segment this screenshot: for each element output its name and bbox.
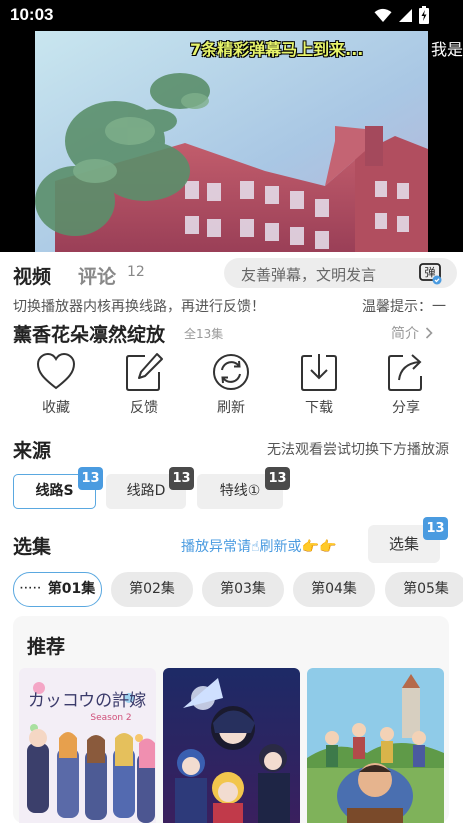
comment-count: 12 (127, 264, 145, 280)
share-icon (388, 354, 422, 391)
episode-count: 全13集 (184, 327, 224, 341)
svg-text:Season 2: Season 2 (90, 713, 131, 723)
episode-item[interactable]: ····· 第01集 (13, 572, 102, 607)
danmaku-comment: 7条精彩弹幕马上到来... (190, 40, 364, 59)
status-icons (374, 6, 429, 24)
wifi-icon (374, 8, 392, 22)
route-label: 特线① (219, 483, 261, 499)
refresh-button[interactable]: 刷新 (201, 352, 261, 417)
recommend-poster[interactable] (307, 668, 444, 823)
danmaku-input[interactable]: 友善弹幕，文明发言 弹 (224, 258, 457, 288)
share-label: 分享 (392, 400, 420, 416)
recommend-poster[interactable] (163, 668, 300, 823)
danmaku-toggle-icon[interactable]: 弹 (418, 261, 442, 285)
poster-image (307, 668, 444, 823)
video-scene (35, 31, 428, 252)
signal-icon (399, 8, 412, 22)
video-player[interactable]: 7条精彩弹幕马上到来... 我是 (0, 31, 463, 252)
recommend-poster[interactable]: カッコウの許嫁 Season 2 (19, 668, 156, 823)
anime-title: 薰香花朵凛然绽放 (13, 324, 166, 346)
download-button[interactable]: 下载 (289, 352, 349, 417)
episode-item[interactable]: 第03集 (202, 572, 284, 607)
intro-link[interactable]: 简介 (391, 323, 433, 343)
feedback-label: 反馈 (130, 400, 158, 416)
episodes-hint: 播放异常请☝刷新或👉👉 (181, 539, 337, 555)
route-count-badge: 13 (265, 467, 290, 490)
poster-image: カッコウの許嫁 Season 2 (19, 668, 156, 823)
episode-label: 第05集 (403, 581, 449, 597)
favorite-label: 收藏 (42, 400, 70, 416)
refresh-label: 刷新 (217, 400, 245, 416)
download-icon (301, 354, 337, 391)
recommend-panel: 推荐 カッコウの許嫁 Season 2 (13, 616, 449, 823)
recommend-title: 推荐 (27, 636, 66, 658)
episode-count-badge: 13 (423, 517, 448, 540)
action-bar: 收藏 反馈 刷新 下载 分享 (0, 352, 463, 422)
source-title: 来源 (13, 440, 52, 462)
episode-label: 第01集 (47, 581, 96, 597)
tab-bar: 视频 评论 12 友善弹幕，文明发言 弹 (0, 252, 463, 296)
notice-bar: 切换播放器内核再换线路，再进行反馈！ 温馨提示：一 (0, 296, 463, 316)
episode-item[interactable]: 第05集 (385, 572, 463, 607)
title-row: 薰香花朵凛然绽放 全13集 简介 (0, 320, 463, 348)
tab-comment[interactable]: 评论 (78, 262, 116, 289)
chevron-right-icon (425, 327, 433, 339)
episode-item[interactable]: 第04集 (293, 572, 375, 607)
route-count-badge: 13 (78, 467, 103, 490)
danmaku-input-placeholder: 友善弹幕，文明发言 (241, 266, 377, 284)
episodes-title: 选集 (13, 536, 52, 558)
source-header: 来源 无法观看尝试切换下方播放源 (0, 436, 463, 466)
route-label: 线路S (35, 483, 74, 499)
favorite-button[interactable]: 收藏 (26, 352, 86, 417)
video-frame[interactable] (35, 31, 428, 252)
share-button[interactable]: 分享 (376, 352, 436, 417)
route-label: 线路D (126, 483, 166, 499)
danmaku-comment: 我是 (431, 40, 463, 59)
tab-video[interactable]: 视频 (13, 262, 51, 289)
edit-icon (126, 353, 163, 391)
battery-icon (419, 6, 429, 24)
playing-indicator: ····· (19, 584, 42, 594)
route-count-badge: 13 (169, 467, 194, 490)
status-time: 10:03 (10, 5, 54, 24)
intro-label: 简介 (391, 326, 419, 342)
episode-list: ····· 第01集 第02集 第03集 第04集 第05集 (0, 572, 463, 608)
episode-item[interactable]: 第02集 (111, 572, 193, 607)
heart-icon (36, 352, 76, 390)
poster-image (163, 668, 300, 823)
download-label: 下载 (305, 400, 333, 416)
episode-label: 第03集 (220, 581, 266, 597)
notice-tip: 温馨提示：一 (362, 299, 446, 315)
svg-text:カッコウの許嫁: カッコウの許嫁 (28, 691, 146, 711)
episode-label: 第04集 (311, 581, 357, 597)
status-bar: 10:03 (0, 0, 463, 31)
feedback-button[interactable]: 反馈 (114, 352, 174, 417)
notice-marquee: 切换播放器内核再换线路，再进行反馈！ (13, 299, 265, 315)
refresh-icon (213, 354, 249, 390)
episode-label: 第02集 (129, 581, 175, 597)
source-hint: 无法观看尝试切换下方播放源 (267, 442, 449, 458)
